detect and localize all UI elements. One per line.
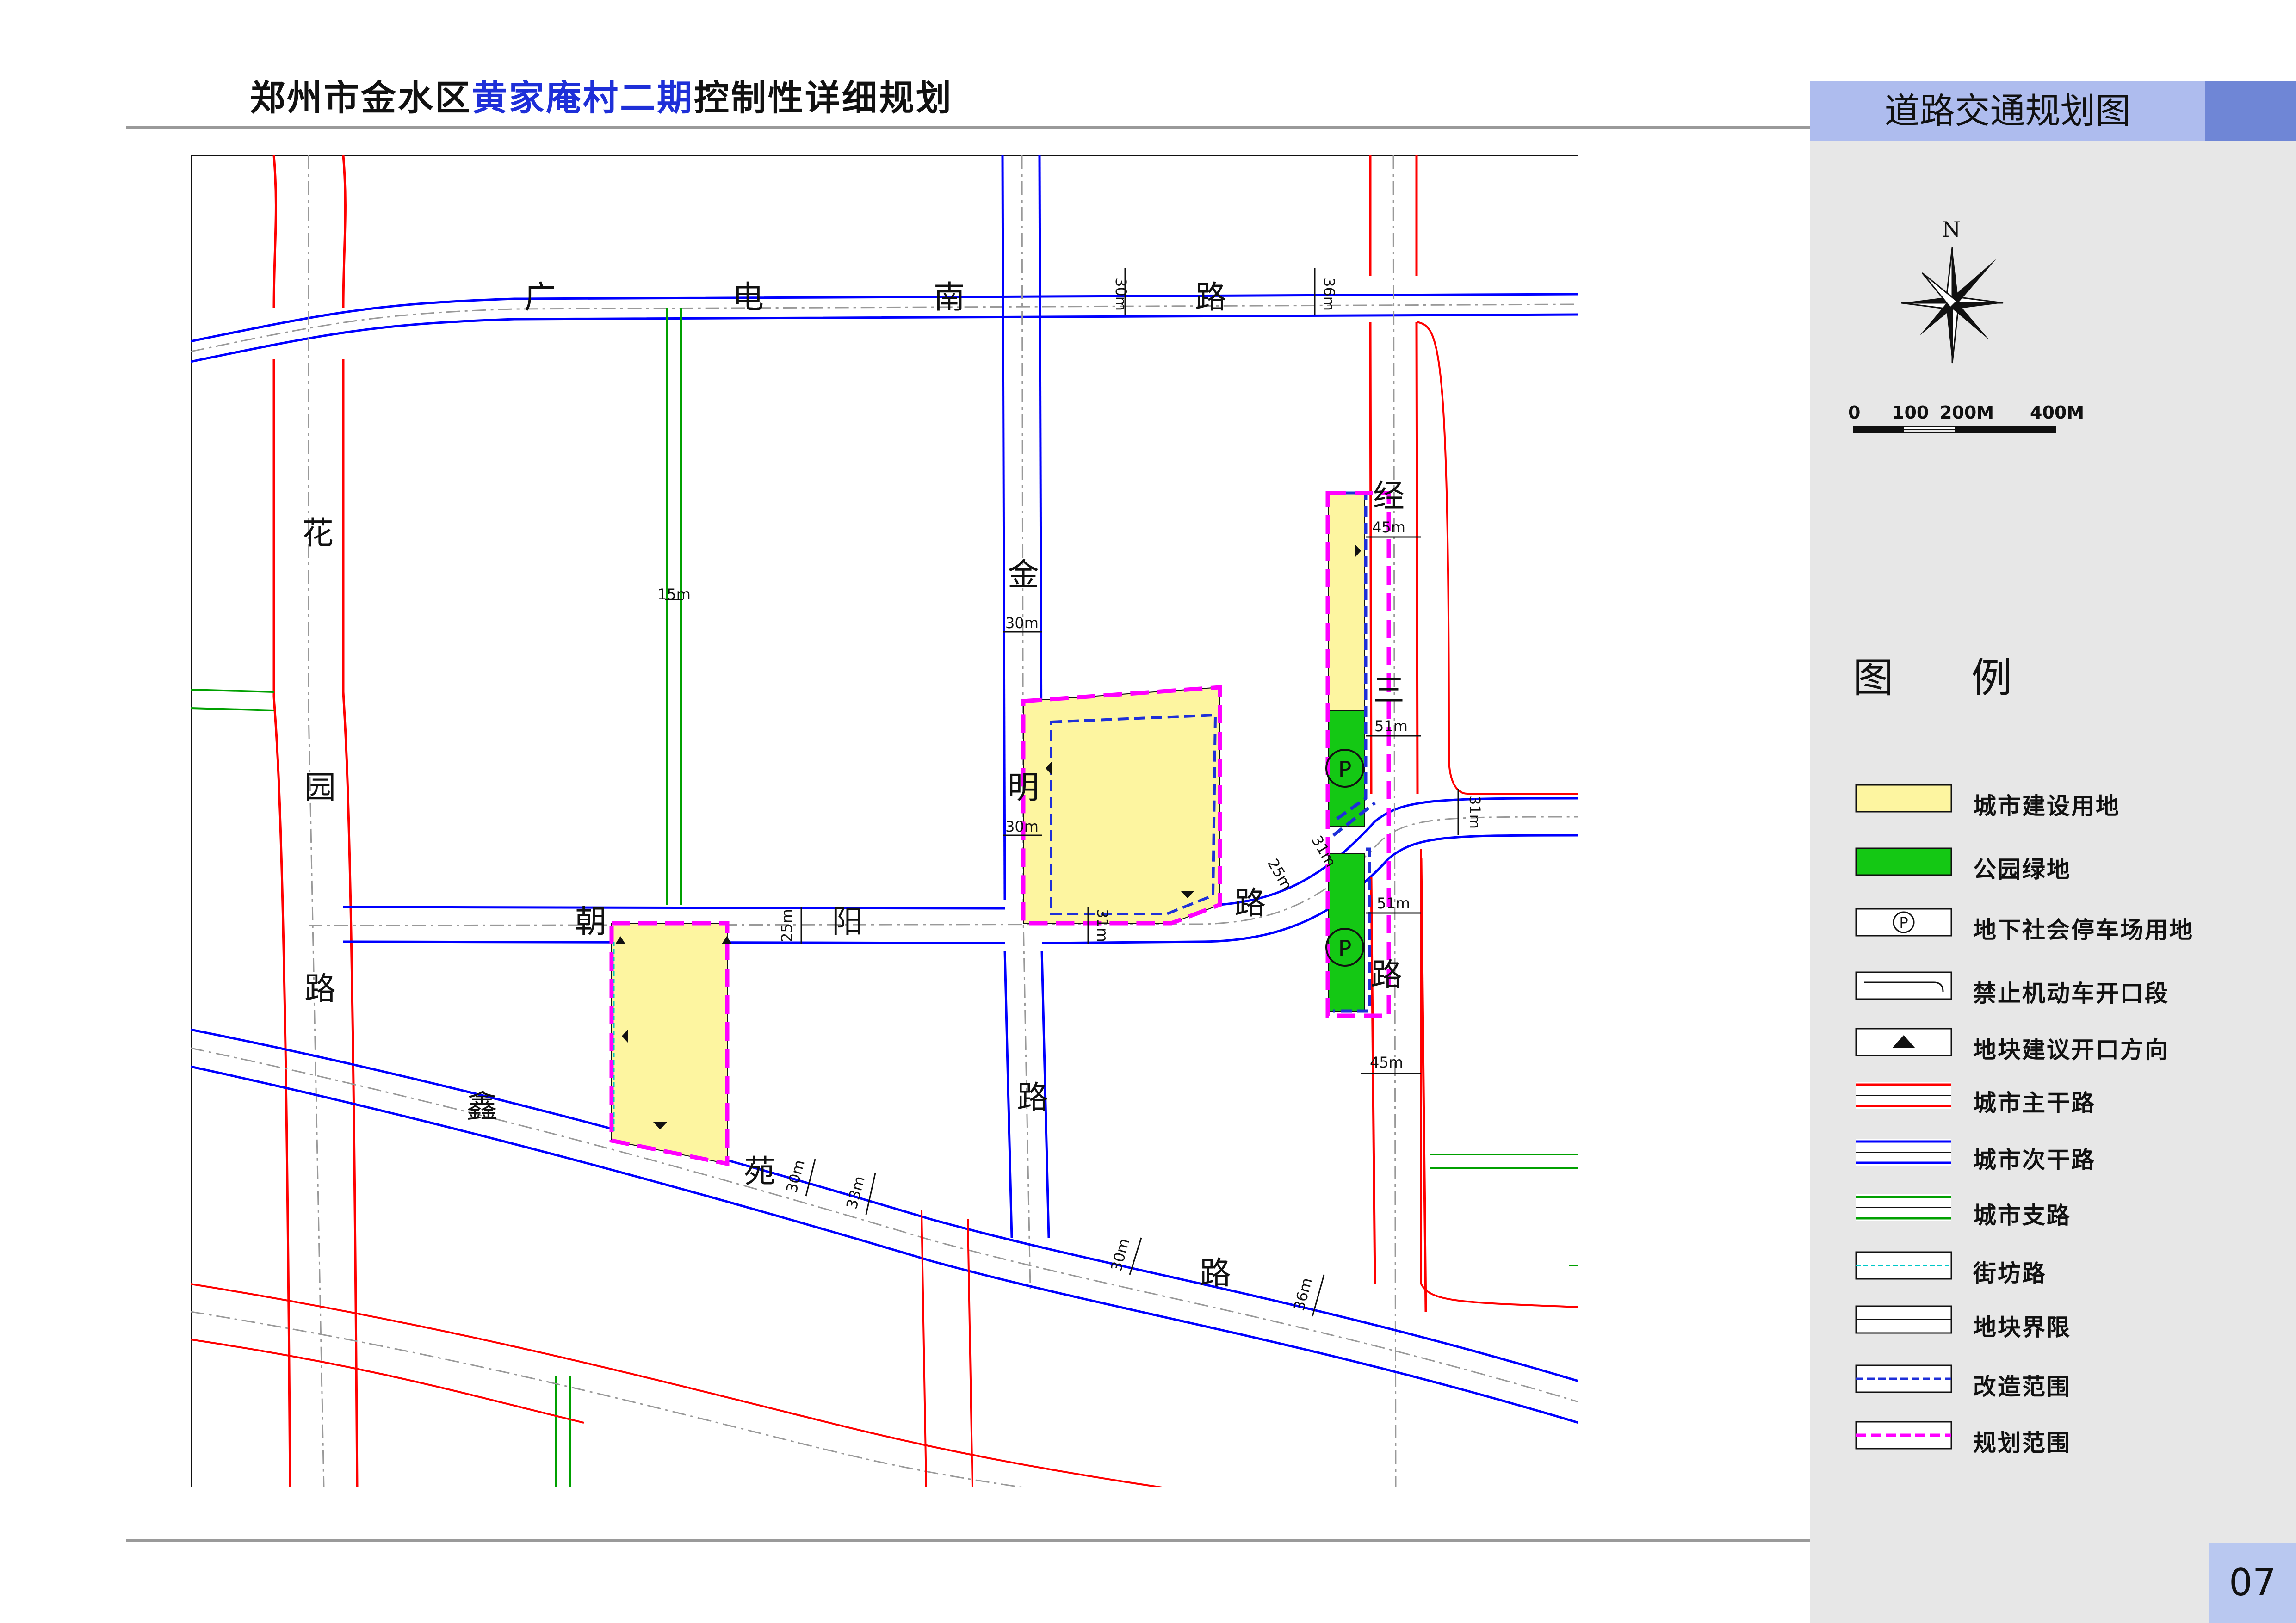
road-name-guangdian-2: 电 [732,279,764,316]
legend-item-parcel-boundary: 地块界限 [1855,1305,2271,1341]
legend-item-arterial: 城市主干路 [1855,1081,2271,1117]
north-label: N [1942,217,1961,242]
svg-text:25m: 25m [778,909,796,942]
triangle-arrow-icon [1855,1028,1952,1056]
road-name-jinming-3: 路 [1017,1080,1048,1116]
svg-text:45m: 45m [1372,518,1405,536]
blue-double-line-icon [1856,1139,1951,1166]
road-name-jingsan-3: 路 [1371,957,1402,994]
road-name-guangdian-4: 路 [1195,279,1226,316]
title-part-village: 黄家庵村二期 [472,77,694,118]
road-name-guangdian-1: 广 [524,279,556,316]
legend-item-renovation: 改造范围 [1855,1364,2271,1400]
legend-item-parking: P 地下社会停车场用地 [1855,908,2271,944]
parcel-chaoyang-west [609,921,732,1166]
green-fill-swatch-icon [1855,847,1952,876]
svg-text:51m: 51m [1377,895,1410,912]
legend-item-branch: 城市支路 [1855,1193,2271,1229]
legend-item-planning: 规划范围 [1855,1421,2271,1456]
road-name-chaoyang-2: 阳 [832,904,863,940]
green-double-line-icon [1856,1194,1951,1221]
legend-item-park-green: 公园绿地 [1855,847,2271,883]
scale-label-0: 0 [1848,402,1861,423]
legend-item-access: 地块建议开口方向 [1855,1028,2271,1063]
sheet-title: 道路交通规划图 [1810,81,2205,141]
title-part-city: 郑州市金水区 [250,77,472,118]
dimension-15m-branch: 15m [657,586,691,603]
road-name-chaoyang-1: 朝 [575,904,606,940]
cyan-dashed-line-icon [1855,1251,1952,1280]
north-arrow-icon: N [1901,217,2004,364]
no-entry-line-icon [1855,971,1952,1000]
svg-text:30m: 30m [1005,818,1039,835]
road-name-huayuan-3: 路 [304,971,336,1007]
legend-item-street: 街坊路 [1855,1251,2271,1287]
legend-item-secondary: 城市次干路 [1855,1138,2271,1173]
svg-text:P: P [1338,936,1352,962]
road-traffic-map: P P 广 电 南 路 花 园 路 金 明 路 经 三 路 朝 阳 路 鑫 苑 … [191,155,1578,1487]
road-name-xinyuan-1: 鑫 [466,1089,498,1125]
dimension-30m-jinming-upper: 30m [1003,614,1042,633]
sheet-title-accent [2205,81,2296,141]
svg-text:30m: 30m [1005,614,1039,632]
svg-text:P: P [1899,914,1908,932]
road-name-jinming-1: 金 [1008,557,1039,593]
road-name-jinming-2: 明 [1008,770,1039,806]
road-name-xinyuan-3: 路 [1200,1255,1231,1292]
svg-text:45m: 45m [1370,1054,1403,1071]
parking-symbol-icon: P [1855,908,1952,937]
header-divider [126,126,1810,129]
road-name-huayuan-1: 花 [302,515,334,552]
title-part-plan: 控制性详细规划 [694,77,953,118]
dimension-30m-jinming-lower: 30m [1003,818,1042,836]
scale-label-100: 100 [1892,402,1929,423]
road-name-jingsan-2: 三 [1373,673,1405,709]
scale-label-200: 200M [1940,402,1994,423]
black-double-line-icon [1855,1305,1952,1334]
svg-text:31m: 31m [1094,909,1111,942]
magenta-dashed-line-icon [1855,1421,1952,1450]
svg-text:15m: 15m [657,586,691,603]
svg-text:30m: 30m [1112,278,1130,311]
legend-item-built-land: 城市建设用地 [1855,784,2271,820]
parcel-jinming-east [1021,685,1222,926]
blue-dashed-line-icon [1855,1364,1952,1393]
scale-label-400: 400M [2030,402,2085,423]
yellow-fill-swatch-icon [1855,784,1952,813]
road-name-jingsan-1: 经 [1373,478,1405,515]
road-name-xinyuan-2: 苑 [744,1154,775,1190]
road-name-chaoyang-3: 路 [1234,885,1266,922]
road-name-huayuan-2: 园 [304,770,336,806]
svg-text:36m: 36m [1320,278,1338,311]
document-title: 郑州市金水区黄家庵村二期控制性详细规划 [250,69,953,120]
legend-item-no-entry: 禁止机动车开口段 [1855,971,2271,1007]
svg-text:51m: 51m [1374,717,1408,735]
legend-title: 图 例 [1853,654,2044,702]
red-double-line-icon [1856,1082,1951,1109]
svg-text:31m: 31m [1466,796,1484,829]
road-name-guangdian-3: 南 [934,279,965,316]
page-number: 07 [2209,1543,2296,1623]
svg-text:P: P [1338,757,1352,783]
